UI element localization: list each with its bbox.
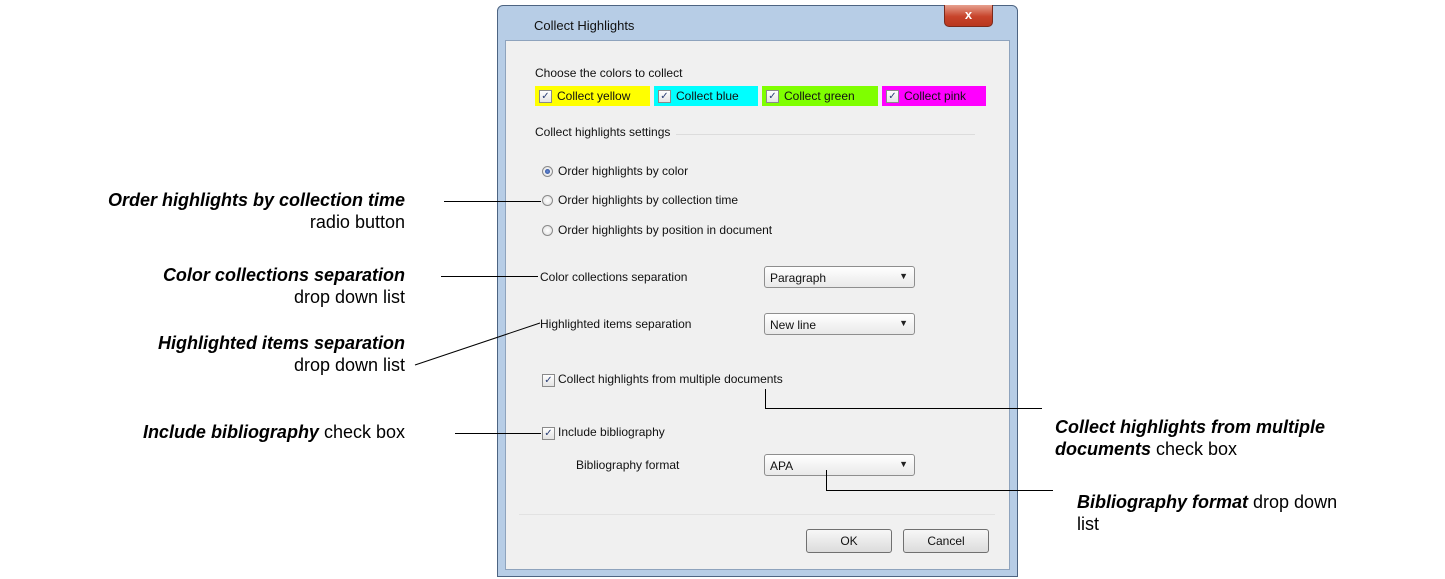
annotation-include-bibliography-title: Include bibliography [142,422,319,442]
annotation-multi-docs-title-2: documents [1055,439,1152,459]
collect-yellow-checkbox[interactable]: ✓ Collect yellow [535,86,650,106]
check-icon: ✓ [539,89,552,103]
multi-docs-checkbox[interactable]: ✓ [542,374,555,387]
annotation-order-time-desc: radio button [309,212,405,232]
annotation-include-bibliography: Include bibliography check box [0,421,405,443]
annotation-order-time: Order highlights by collection time radi… [0,189,405,233]
collect-green-label: Collect green [784,89,855,103]
annotation-color-separation: Color collections separation drop down l… [0,264,405,308]
annotation-item-separation-title: Highlighted items separation [157,333,405,353]
annotation-item-separation-desc: drop down list [293,355,405,375]
ok-button[interactable]: OK [806,529,892,553]
annotation-bibliography-format: Bibliography format drop down list [1077,491,1337,535]
close-button[interactable]: x [944,5,993,27]
close-icon: x [964,7,973,22]
colors-heading: Choose the colors to collect [535,66,683,80]
color-separation-dropdown[interactable]: Paragraph ▼ [764,266,915,288]
bibliography-format-label: Bibliography format [576,458,680,472]
leader-line [455,433,541,434]
annotation-bibliography-format-desc-2: list [1077,514,1099,534]
order-by-position-label[interactable]: Order highlights by position in document [558,223,772,237]
color-separation-label: Color collections separation [540,270,688,284]
collect-yellow-label: Collect yellow [557,89,631,103]
leader-line [441,276,538,277]
order-by-color-label[interactable]: Order highlights by color [558,164,688,178]
collect-pink-checkbox[interactable]: ✓ Collect pink [882,86,986,106]
collect-blue-label: Collect blue [676,89,739,103]
annotation-bibliography-format-desc: drop down [1248,492,1338,512]
title-bar[interactable]: Collect Highlights x [498,5,1017,38]
leader-line [444,201,541,202]
chevron-down-icon: ▼ [899,318,908,328]
check-icon: ✓ [886,89,899,103]
leader-line [765,389,766,408]
annotation-item-separation: Highlighted items separation drop down l… [0,332,405,376]
dialog-title: Collect Highlights [534,18,635,33]
annotation-bibliography-format-title: Bibliography format [1077,492,1249,512]
annotation-multi-docs-title-1: Collect highlights from multiple [1055,417,1325,437]
bibliography-format-dropdown[interactable]: APA ▼ [764,454,915,476]
item-separation-value: New line [770,318,817,332]
annotation-multi-docs-desc: check box [1151,439,1238,459]
bibliography-format-value: APA [770,459,794,473]
item-separation-dropdown[interactable]: New line ▼ [764,313,915,335]
chevron-down-icon: ▼ [899,271,908,281]
collect-green-checkbox[interactable]: ✓ Collect green [762,86,878,106]
divider [519,514,995,515]
leader-line [765,408,1042,409]
order-by-color-radio[interactable] [542,166,553,177]
order-by-position-radio[interactable] [542,225,553,236]
check-icon: ✓ [766,89,779,103]
leader-line [414,322,541,366]
check-icon: ✓ [658,89,671,103]
cancel-button[interactable]: Cancel [903,529,989,553]
annotation-include-bibliography-desc: check box [318,422,405,442]
item-separation-label: Highlighted items separation [540,317,692,331]
chevron-down-icon: ▼ [899,459,908,469]
order-by-time-radio[interactable] [542,195,553,206]
settings-heading: Collect highlights settings [535,125,677,139]
color-separation-value: Paragraph [770,271,827,285]
collect-highlights-dialog: Collect Highlights x Choose the colors t… [497,5,1018,577]
leader-line [826,470,827,490]
order-by-time-label[interactable]: Order highlights by collection time [558,193,738,207]
annotation-multi-docs: Collect highlights from multiple documen… [1055,416,1325,460]
annotation-color-separation-desc: drop down list [293,287,405,307]
collect-blue-checkbox[interactable]: ✓ Collect blue [654,86,758,106]
include-bibliography-checkbox[interactable]: ✓ [542,427,555,440]
include-bibliography-label[interactable]: Include bibliography [558,425,665,439]
annotation-color-separation-title: Color collections separation [162,265,405,285]
annotation-order-time-title: Order highlights by collection time [107,190,405,210]
multi-docs-label[interactable]: Collect highlights from multiple documen… [558,372,783,386]
leader-line [826,490,1053,491]
collect-pink-label: Collect pink [904,89,967,103]
